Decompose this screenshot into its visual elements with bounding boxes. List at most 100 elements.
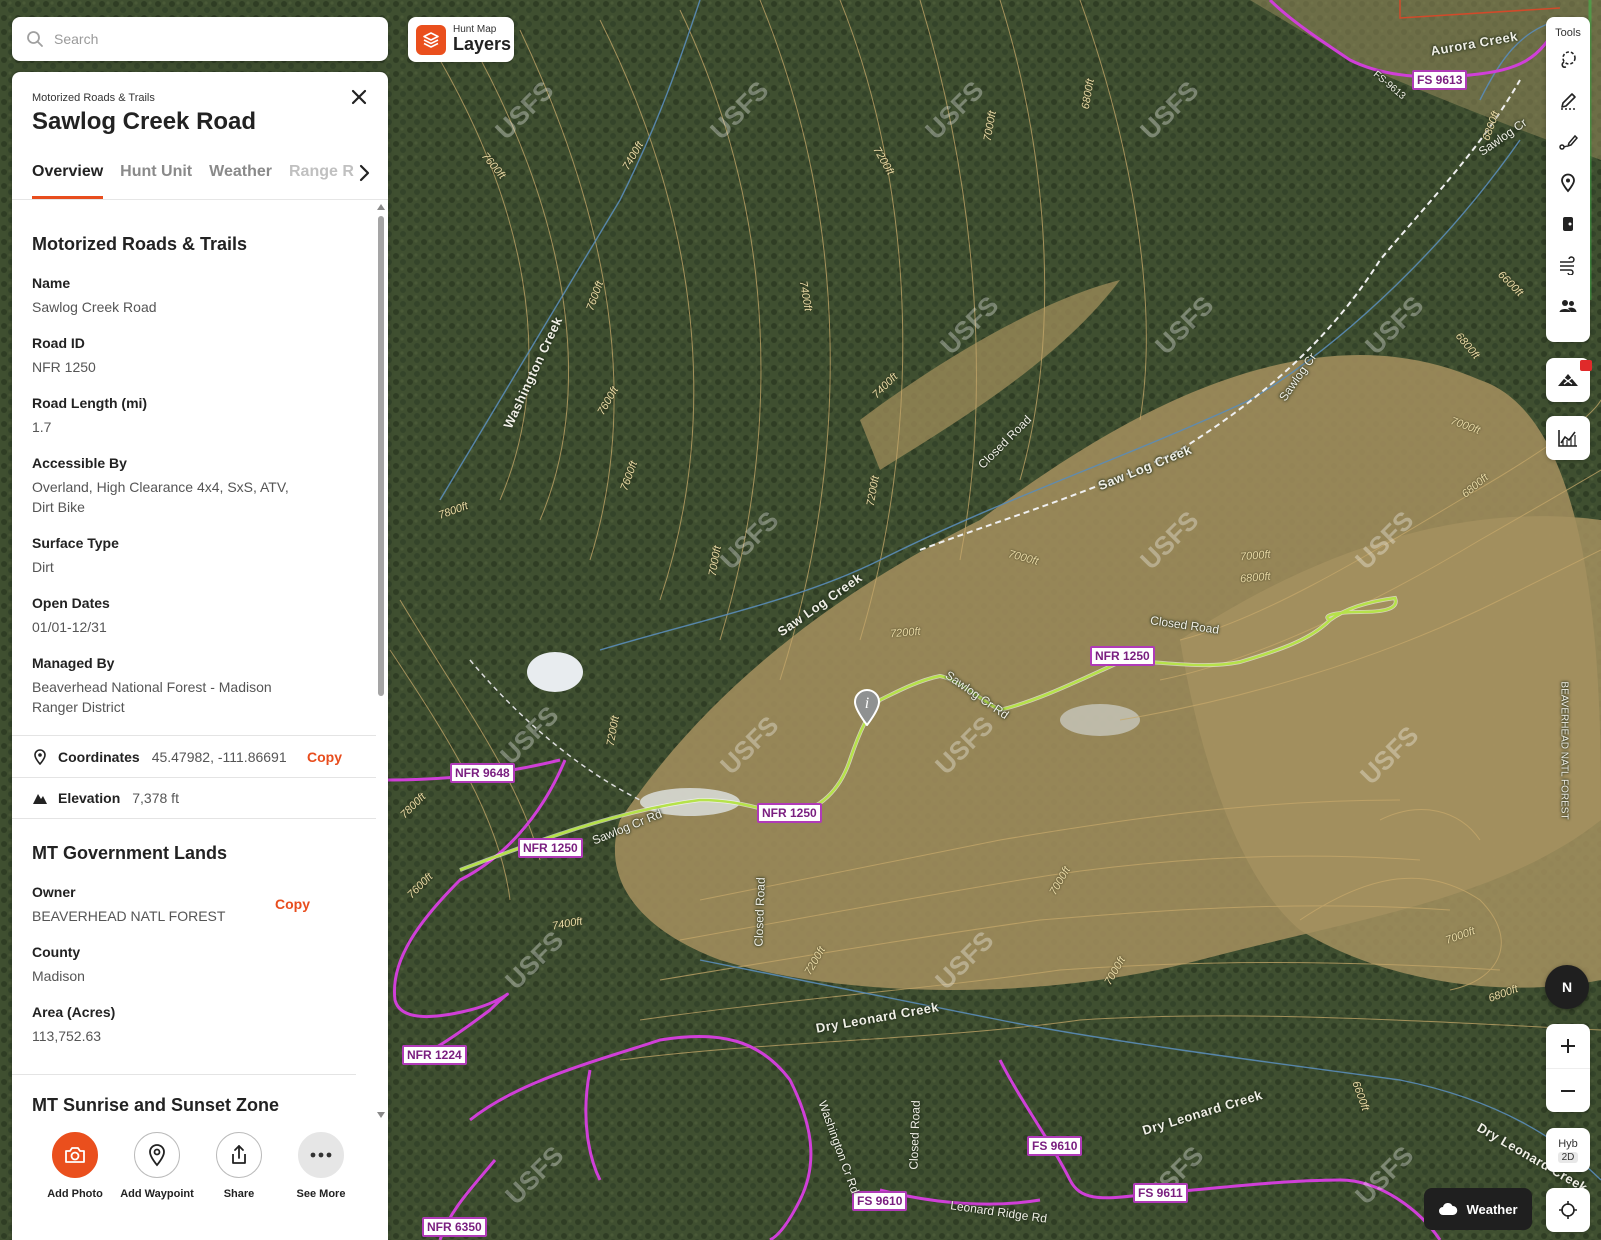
field-owner: Owner BEAVERHEAD NATL FOREST Copy	[12, 874, 376, 934]
close-icon[interactable]	[348, 86, 370, 108]
panel-scrollbar[interactable]	[377, 202, 385, 1120]
field-value: Beaverhead National Forest - Madison Ran…	[32, 679, 272, 715]
field-value: Dirt	[32, 559, 54, 575]
search-bar[interactable]	[12, 17, 388, 61]
mountain-3d-icon	[1558, 374, 1578, 386]
action-label: See More	[296, 1188, 346, 1200]
field-value: Madison	[32, 968, 85, 984]
locate-me-button[interactable]	[1546, 1188, 1590, 1232]
layers-label: Layers	[453, 34, 512, 55]
search-icon	[27, 31, 43, 47]
panel-header: Motorized Roads & Trails Sawlog Creek Ro…	[12, 72, 388, 200]
road-tag[interactable]: NFR 1250	[518, 838, 583, 858]
field-value: BEAVERHEAD NATL FOREST	[32, 908, 226, 924]
road-tag[interactable]: NFR 1250	[757, 803, 822, 823]
basemap-toggle[interactable]: Hyb 2D	[1546, 1128, 1590, 1172]
pin-icon	[1561, 173, 1575, 192]
cloud-icon	[1439, 1202, 1458, 1215]
search-input[interactable]	[54, 31, 374, 47]
field-label: Accessible By	[32, 455, 127, 471]
panel-actions: Add Photo Add Waypoint Share See More	[12, 1120, 388, 1240]
road-tag[interactable]: NFR 1250	[1090, 646, 1155, 666]
road-tag[interactable]: FS 9610	[852, 1191, 908, 1211]
coordinates-row: Coordinates 45.47982, -111.86691 Copy	[12, 735, 376, 777]
lasso-tool-button[interactable]	[1546, 39, 1590, 80]
wind-icon	[1560, 255, 1575, 275]
panel-subtitle: Motorized Roads & Trails	[32, 92, 155, 104]
add-photo-button[interactable]: Add Photo	[34, 1120, 116, 1240]
chevron-right-icon[interactable]	[354, 162, 374, 184]
svg-text:i: i	[865, 695, 869, 712]
pencil-icon	[1561, 92, 1576, 110]
road-tag[interactable]: NFR 1224	[402, 1045, 467, 1065]
draw-tool-button[interactable]	[1546, 80, 1590, 121]
copy-coordinates-button[interactable]: Copy	[307, 749, 342, 765]
group-tool-button[interactable]	[1546, 285, 1590, 326]
weather-label: Weather	[1466, 1201, 1518, 1217]
weather-button[interactable]: Weather	[1424, 1188, 1532, 1230]
field-label: Name	[32, 275, 71, 291]
lasso-icon	[1561, 50, 1576, 68]
field-accessible-by: Accessible By Overland, High Clearance 4…	[12, 445, 376, 525]
road-tag[interactable]: FS 9611	[1133, 1183, 1188, 1203]
scrollbar-thumb[interactable]	[378, 216, 384, 696]
road-tag[interactable]: NFR 6350	[422, 1217, 487, 1237]
panel-body[interactable]: Motorized Roads & Trails Name Sawlog Cre…	[12, 202, 376, 1120]
panel-title: Sawlog Creek Road	[32, 108, 257, 135]
feature-detail-panel: Motorized Roads & Trails Sawlog Creek Ro…	[12, 72, 388, 1240]
field-managed-by: Managed By Beaverhead National Forest - …	[12, 645, 376, 735]
share-button[interactable]: Share	[198, 1120, 280, 1240]
line-tool-button[interactable]	[1546, 121, 1590, 162]
minus-icon	[1561, 1089, 1575, 1092]
field-label: Area (Acres)	[32, 1004, 116, 1020]
bookmark-icon	[1563, 216, 1573, 231]
zoom-in-button[interactable]	[1546, 1024, 1590, 1068]
basemap-type-label: Hyb	[1558, 1137, 1578, 1150]
people-icon	[1559, 299, 1577, 312]
terrain-3d-button[interactable]	[1546, 358, 1592, 402]
action-label: Share	[223, 1188, 255, 1200]
road-label: Closed Road	[751, 877, 768, 947]
section-title: Motorized Roads & Trails	[32, 234, 248, 254]
tab-weather[interactable]: Weather	[209, 155, 272, 199]
mountain-icon	[33, 794, 47, 804]
field-road-length: Road Length (mi) 1.7	[12, 385, 376, 445]
see-more-button[interactable]: See More	[280, 1120, 362, 1240]
crosshair-icon	[1559, 1201, 1577, 1219]
field-area: Area (Acres) 113,752.63	[12, 994, 376, 1054]
copy-owner-button[interactable]: Copy	[275, 896, 310, 912]
layers-icon	[416, 24, 446, 55]
section-title: MT Government Lands	[32, 843, 228, 863]
field-value: 113,752.63	[32, 1028, 102, 1044]
field-label: Road Length (mi)	[32, 395, 148, 411]
field-value: NFR 1250	[32, 359, 96, 375]
panel-tabs: Overview Hunt Unit Weather Range Rac	[32, 155, 374, 199]
layers-button[interactable]: Hunt Map Layers	[408, 17, 514, 62]
elevation-row: Elevation 7,378 ft	[12, 777, 376, 819]
field-value: Overland, High Clearance 4x4, SxS, ATV, …	[32, 479, 289, 515]
road-tag[interactable]: NFR 9648	[450, 763, 515, 783]
field-county: County Madison	[12, 934, 376, 994]
compass-button[interactable]: N	[1545, 965, 1589, 1009]
add-waypoint-button[interactable]: Add Waypoint	[116, 1120, 198, 1240]
scroll-down-arrow[interactable]	[377, 1112, 385, 1118]
zoom-out-button[interactable]	[1546, 1068, 1590, 1112]
field-name: Name Sawlog Creek Road	[12, 265, 376, 325]
field-surface-type: Surface Type Dirt	[12, 525, 376, 585]
elevation-profile-button[interactable]	[1546, 416, 1590, 460]
tab-overview[interactable]: Overview	[32, 155, 104, 199]
waypoint-tool-button[interactable]	[1546, 162, 1590, 203]
road-label: Closed Road	[906, 1100, 923, 1170]
road-tag[interactable]: FS 9613	[1412, 70, 1468, 90]
tab-hunt-unit[interactable]: Hunt Unit	[120, 155, 192, 199]
action-label: Add Photo	[47, 1188, 103, 1200]
road-tag[interactable]: FS 9610	[1027, 1136, 1083, 1156]
bookmark-tool-button[interactable]	[1546, 203, 1590, 244]
field-road-id: Road ID NFR 1250	[12, 325, 376, 385]
location-pin-icon	[34, 748, 46, 765]
wind-tool-button[interactable]	[1546, 244, 1590, 285]
tools-toolbar: Tools	[1546, 17, 1590, 342]
scroll-up-arrow[interactable]	[377, 204, 385, 210]
elevation-value: 7,378 ft	[132, 790, 179, 806]
info-pin-icon[interactable]: i	[853, 688, 881, 726]
